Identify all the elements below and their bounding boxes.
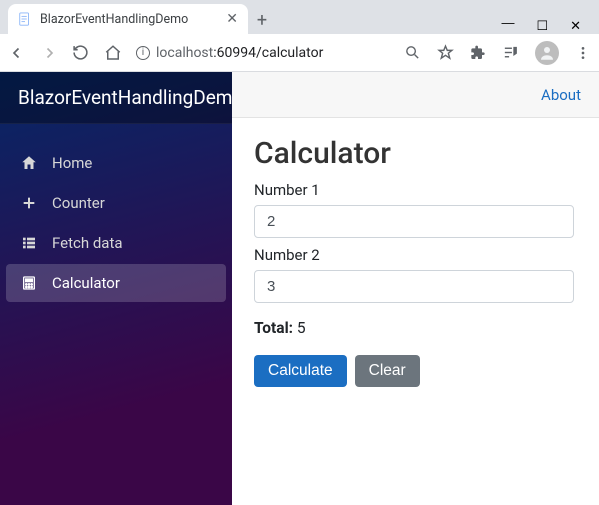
home-icon — [20, 154, 38, 172]
tab-title: BlazorEventHandlingDemo — [40, 12, 188, 27]
profile-avatar-icon[interactable] — [535, 41, 559, 65]
calculator-icon — [20, 274, 38, 292]
number2-input[interactable] — [254, 270, 574, 303]
plus-icon — [20, 194, 38, 212]
sidebar-item-label: Home — [52, 154, 92, 172]
calculate-button[interactable]: Calculate — [254, 355, 347, 387]
sidebar-item-fetch-data[interactable]: Fetch data — [6, 224, 226, 262]
window-controls: — ☐ ✕ — [501, 14, 599, 34]
sidebar-item-label: Calculator — [52, 274, 120, 292]
zoom-icon[interactable] — [404, 44, 421, 61]
window-minimize-icon[interactable]: — — [501, 15, 514, 30]
window-maximize-icon[interactable]: ☐ — [536, 18, 548, 34]
nav-forward-icon[interactable] — [40, 44, 58, 62]
url-path: :60994/calculator — [213, 45, 323, 61]
extensions-icon[interactable] — [470, 45, 486, 61]
sidebar-item-label: Fetch data — [52, 234, 123, 252]
page-title: Calculator — [254, 136, 577, 171]
sidebar: BlazorEventHandlingDemo Home Counter Fet… — [0, 72, 232, 505]
tab-favicon-icon — [18, 12, 32, 26]
list-icon — [20, 234, 38, 252]
window-close-icon[interactable]: ✕ — [570, 18, 581, 34]
sidebar-item-calculator[interactable]: Calculator — [6, 264, 226, 302]
bookmark-star-icon[interactable] — [437, 44, 454, 61]
nav-home-icon[interactable] — [104, 44, 122, 62]
number2-label: Number 2 — [254, 246, 577, 264]
sidebar-item-home[interactable]: Home — [6, 144, 226, 182]
about-link[interactable]: About — [541, 86, 581, 104]
reading-list-icon[interactable] — [502, 44, 519, 61]
total-value: 5 — [297, 319, 306, 337]
app-brand: BlazorEventHandlingDemo — [0, 72, 232, 124]
url-host: localhost — [156, 45, 213, 61]
clear-button[interactable]: Clear — [355, 355, 420, 387]
nav-back-icon[interactable] — [8, 44, 26, 62]
sidebar-item-counter[interactable]: Counter — [6, 184, 226, 222]
total-row: Total: 5 — [254, 319, 577, 337]
number1-label: Number 1 — [254, 181, 577, 199]
tab-close-icon[interactable]: ✕ — [226, 11, 238, 27]
nav-reload-icon[interactable] — [72, 44, 90, 61]
browser-tab[interactable]: BlazorEventHandlingDemo ✕ — [8, 4, 248, 34]
number1-input[interactable] — [254, 205, 574, 238]
new-tab-button[interactable]: + — [248, 6, 276, 34]
topbar: About — [232, 72, 599, 118]
browser-chrome: BlazorEventHandlingDemo ✕ + — ☐ ✕ i loca… — [0, 0, 599, 72]
total-label: Total: — [254, 319, 293, 337]
site-info-icon[interactable]: i — [136, 46, 150, 60]
main-area: About Calculator Number 1 Number 2 Total… — [232, 72, 599, 505]
address-bar[interactable]: i localhost:60994/calculator — [136, 45, 390, 61]
sidebar-item-label: Counter — [52, 194, 105, 212]
menu-kebab-icon[interactable] — [575, 45, 591, 61]
